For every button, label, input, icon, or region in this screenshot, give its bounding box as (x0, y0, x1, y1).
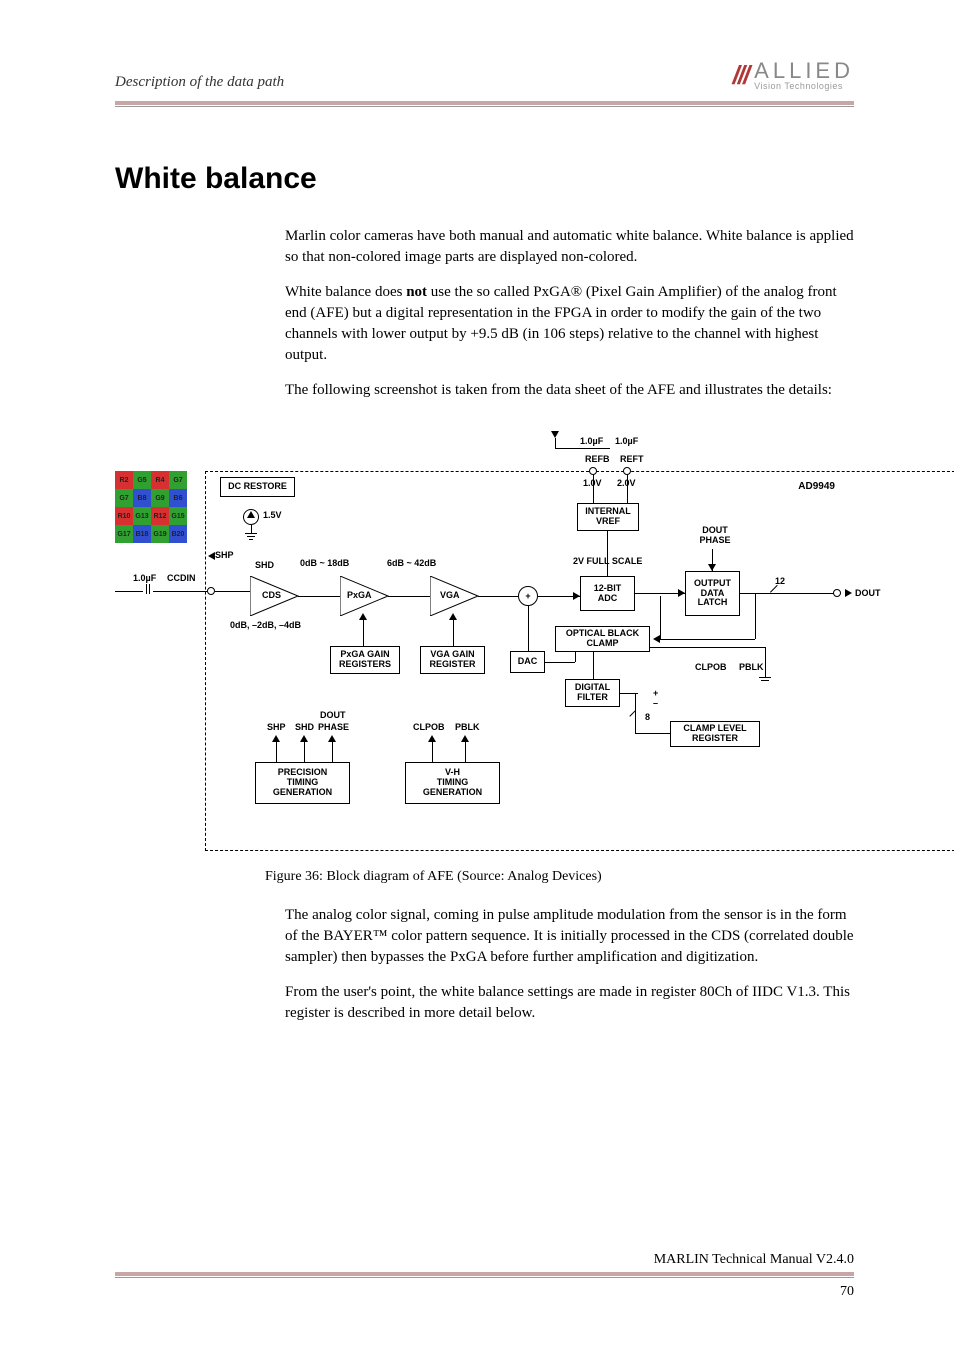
gain2-label: 6dB ~ 42dB (387, 559, 436, 569)
adc-block: 12-BITADC (580, 576, 635, 611)
shp-label: SHP (215, 551, 234, 561)
figure-caption: Figure 36: Block diagram of AFE (Source:… (265, 869, 854, 885)
section-heading: White balance (115, 162, 854, 196)
gain3-label: 0dB, –2dB, –4dB (230, 621, 301, 631)
figure-afe-block-diagram: R2G5R4G7 G7B8G9B6 R10G13R12G15 G17B18G19… (115, 431, 854, 885)
pblk-label: PBLK (455, 723, 480, 733)
clpob-label: CLPOB (413, 723, 445, 733)
footer-divider (115, 1272, 854, 1276)
afe-diagram: R2G5R4G7 G7B8G9B6 R10G13R12G15 G17B18G19… (115, 431, 855, 851)
eight-label: 8 (645, 713, 650, 723)
dout-label: DOUT (855, 589, 881, 599)
vref-block: INTERNALVREF (577, 503, 639, 531)
digital-filter-block: DIGITALFILTER (565, 679, 620, 707)
clpob2-label: CLPOB (695, 663, 727, 673)
body-content-continued: The analog color signal, coming in pulse… (285, 905, 854, 1024)
dc-restore-block: DC RESTORE (220, 477, 295, 497)
paragraph-1: Marlin color cameras have both manual an… (285, 226, 854, 268)
cap3-label: 1.0µF (615, 437, 638, 447)
gain1-label: 0dB ~ 18dB (300, 559, 349, 569)
dout-phase-label: DOUTPHASE (695, 526, 735, 546)
reft-label: REFT (620, 455, 644, 465)
v10-label: 1.0V (583, 479, 602, 489)
body-content: Marlin color cameras have both manual an… (285, 226, 854, 401)
paragraph-4: The analog color signal, coming in pulse… (285, 905, 854, 968)
header-divider (115, 101, 854, 107)
page-number: 70 (115, 1284, 854, 1300)
vh-timing-block: V-HTIMINGGENERATION (405, 762, 500, 804)
page-footer: MARLIN Technical Manual V2.4.0 70 (115, 1252, 854, 1300)
v20-label: 2.0V (617, 479, 636, 489)
precision-timing-block: PRECISIONTIMINGGENERATION (255, 762, 350, 804)
optical-black-clamp-block: OPTICAL BLACKCLAMP (555, 626, 650, 652)
logo-slashes-icon: /// (733, 60, 749, 91)
page: Description of the data path /// ALLIED … (0, 0, 954, 1350)
paragraph-3: The following screenshot is taken from t… (285, 380, 854, 401)
v15-label: 1.5V (263, 511, 282, 521)
shp2-label: SHP (267, 723, 286, 733)
vga-gain-register-block: VGA GAINREGISTER (420, 646, 485, 674)
cds-label: CDS (262, 591, 281, 601)
shd-label: SHD (255, 561, 274, 571)
vga-label: VGA (440, 591, 460, 601)
dout-timing-label: DOUT (320, 711, 346, 721)
footer-manual-label: MARLIN Technical Manual V2.4.0 (115, 1252, 854, 1268)
refb-label: REFB (585, 455, 610, 465)
part-number-label: AD9949 (798, 481, 835, 492)
ccdin-label: CCDIN (167, 574, 196, 584)
pblk2-label: PBLK (739, 663, 764, 673)
company-logo: /// ALLIED Vision Technologies (733, 60, 855, 91)
logo-main-text: ALLIED (754, 60, 854, 82)
output-latch-block: OUTPUTDATALATCH (685, 571, 740, 616)
breadcrumb: Description of the data path (115, 74, 284, 91)
summing-junction-icon: + (518, 586, 538, 606)
page-header: Description of the data path /// ALLIED … (115, 60, 854, 99)
paragraph-5: From the user's point, the white balance… (285, 982, 854, 1024)
bayer-pattern-icon: R2G5R4G7 G7B8G9B6 R10G13R12G15 G17B18G19… (115, 471, 187, 543)
logo-sub-text: Vision Technologies (754, 82, 854, 91)
pxga-label: PxGA (347, 591, 372, 601)
dac-block: DAC (510, 651, 545, 673)
cap1-label: 1.0µF (133, 574, 156, 584)
clamp-level-register-block: CLAMP LEVELREGISTER (670, 721, 760, 747)
cap2-label: 1.0µF (580, 437, 603, 447)
phase-timing-label: PHASE (318, 723, 349, 733)
shd2-label: SHD (295, 723, 314, 733)
paragraph-2: White balance does not use the so called… (285, 282, 854, 366)
pxga-gain-registers-block: PxGA GAINREGISTERS (330, 646, 400, 674)
